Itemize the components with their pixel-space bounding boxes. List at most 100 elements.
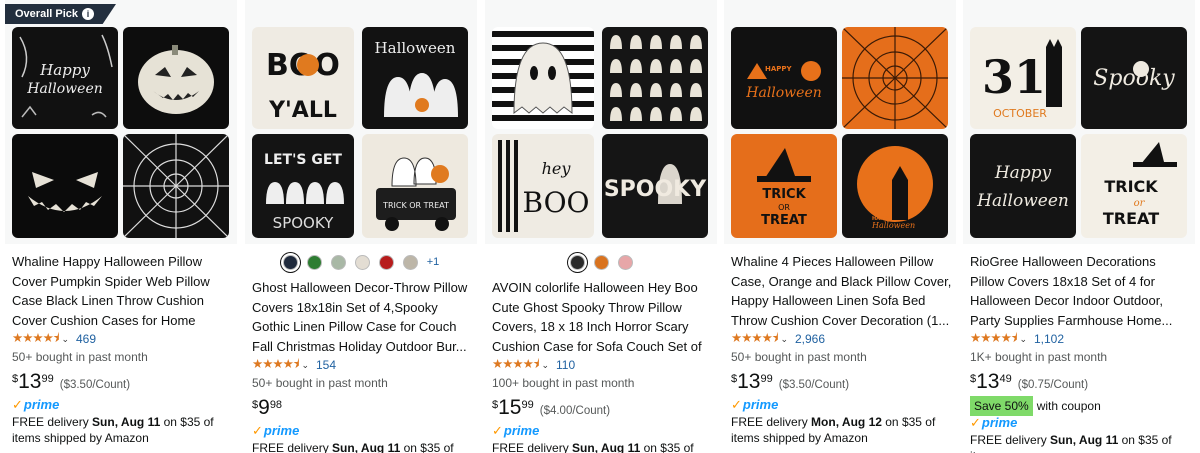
svg-text:LET'S GET: LET'S GET [264, 152, 342, 168]
rating-row[interactable]: ★★★★⯨ ⌄ 154 [252, 356, 473, 374]
price[interactable]: $13 99 ($3.50/Count) [731, 370, 952, 396]
rating-count[interactable]: 469 [76, 332, 96, 346]
product-title[interactable]: Whaline 4 Pieces Halloween Pillow Case, … [731, 252, 952, 330]
svg-text:TREAT: TREAT [761, 213, 807, 228]
svg-text:or: or [1134, 198, 1146, 209]
product-title[interactable]: RioGree Halloween Decorations Pillow Cov… [970, 252, 1191, 330]
more-swatches-link[interactable]: +1 [427, 256, 440, 268]
spider-web-pillow [123, 134, 229, 238]
swatch-orange[interactable] [593, 254, 609, 270]
color-swatches: +1 [245, 252, 477, 272]
info-icon[interactable]: i [82, 8, 94, 21]
results-grid: Overall Pick i Happy Halloween Whaline H… [0, 0, 1200, 453]
swatch-pink[interactable] [617, 254, 633, 270]
star-rating-icon[interactable]: ★★★★⯨ [970, 329, 1017, 350]
rating-count[interactable]: 1,102 [1034, 332, 1064, 346]
swatch-black[interactable] [569, 254, 585, 270]
product-card[interactable]: HAPPY Halloween TRICK OR TREAT HAPPY Hal… [724, 0, 956, 453]
svg-text:OCTOBER: OCTOBER [993, 107, 1047, 120]
chevron-down-icon[interactable]: ⌄ [780, 334, 788, 345]
product-title[interactable]: AVOIN colorlife Halloween Hey Boo Cute G… [492, 278, 713, 356]
prime-badge: ✓prime [12, 397, 60, 412]
unit-price: ($3.50/Count) [59, 379, 131, 391]
swatch-beige[interactable] [402, 254, 418, 270]
31-october-pillow: 31 OCTOBER [970, 27, 1076, 129]
unit-price: ($0.75/Count) [1017, 379, 1089, 391]
rating-row[interactable]: ★★★★⯨ ⌄ 469 [12, 330, 233, 348]
product-card[interactable]: 31 OCTOBER Spooky Happy Halloween TRICK … [963, 0, 1195, 453]
swatch-navy[interactable] [282, 254, 298, 270]
price[interactable]: $15 99 ($4.00/Count) [492, 396, 713, 422]
product-info: Whaline Happy Halloween Pillow Cover Pum… [12, 252, 233, 446]
chevron-down-icon[interactable]: ⌄ [1019, 334, 1027, 345]
product-card[interactable]: BOO Y'ALL Halloween LET'S GET SPOOKY [245, 0, 477, 453]
svg-text:SPOOKY: SPOOKY [604, 177, 707, 202]
rating-count[interactable]: 110 [556, 358, 575, 372]
svg-text:Happy: Happy [39, 61, 90, 79]
price[interactable]: $9 98 [252, 396, 473, 422]
trick-or-treat-hat-pillow: TRICK OR TREAT [731, 134, 837, 238]
svg-text:Halloween: Halloween [976, 191, 1069, 211]
svg-text:HAPPY: HAPPY [765, 65, 793, 73]
svg-text:TREAT: TREAT [1103, 209, 1159, 228]
delivery-info: FREE delivery Sun, Aug 11 on $35 of item… [970, 433, 1172, 453]
chevron-down-icon[interactable]: ⌄ [61, 334, 69, 345]
rating-row[interactable]: ★★★★⯨ ⌄ 2,966 [731, 330, 952, 348]
coupon-row: Save 50% with coupon [970, 396, 1191, 416]
delivery-info: FREE delivery Mon, Aug 12 on $35 of item… [731, 415, 936, 445]
rating-row[interactable]: ★★★★⯨ ⌄ 1,102 [970, 330, 1191, 348]
hey-boo-pillow: hey BOO [492, 134, 594, 238]
svg-text:Halloween: Halloween [26, 81, 103, 97]
product-image[interactable]: BOO Y'ALL Halloween LET'S GET SPOOKY [245, 0, 477, 244]
swatch-red[interactable] [378, 254, 394, 270]
prime-badge: ✓prime [252, 423, 300, 438]
happy-halloween-pillow: Happy Halloween [12, 27, 118, 129]
price[interactable]: $13 99 ($3.50/Count) [12, 370, 233, 396]
product-title[interactable]: Ghost Halloween Decor-Throw Pillow Cover… [252, 278, 473, 356]
product-image[interactable]: 31 OCTOBER Spooky Happy Halloween TRICK … [963, 0, 1195, 244]
product-card[interactable]: hey BOO SPOOKY AVOIN colorlife Halloween… [485, 0, 717, 453]
chevron-down-icon[interactable]: ⌄ [301, 360, 309, 371]
svg-text:TRICK: TRICK [762, 187, 806, 202]
chevron-down-icon[interactable]: ⌄ [541, 360, 549, 371]
bought-count: 1K+ bought in past month [970, 350, 1108, 364]
product-card[interactable]: Overall Pick i Happy Halloween Whaline H… [5, 0, 237, 453]
unit-price: ($3.50/Count) [778, 379, 850, 391]
delivery-info: FREE delivery Sun, Aug 11 on $35 of item… [252, 441, 454, 453]
spooky-pillow: SPOOKY [602, 134, 708, 238]
ghost-pattern-pillow [602, 27, 708, 129]
prime-badge: ✓prime [731, 397, 779, 412]
rating-count[interactable]: 2,966 [795, 332, 825, 346]
svg-text:TRICK OR TREAT: TRICK OR TREAT [382, 201, 449, 210]
spooky-skull-pillow: Spooky [1081, 27, 1187, 129]
prime-check-icon: ✓ [970, 415, 981, 430]
prime-check-icon: ✓ [731, 397, 742, 412]
product-image[interactable]: Overall Pick i Happy Halloween [5, 0, 237, 244]
star-rating-icon[interactable]: ★★★★⯨ [252, 355, 299, 376]
star-rating-icon[interactable]: ★★★★⯨ [731, 329, 778, 350]
product-title[interactable]: Whaline Happy Halloween Pillow Cover Pum… [12, 252, 233, 330]
product-image[interactable]: hey BOO SPOOKY [485, 0, 717, 244]
unit-price: ($4.00/Count) [539, 405, 611, 417]
prime-badge: ✓prime [970, 415, 1018, 430]
halloween-ghosts-pillow: Halloween [362, 27, 468, 129]
product-info: RioGree Halloween Decorations Pillow Cov… [970, 252, 1191, 453]
price[interactable]: $13 49 ($0.75/Count) [970, 370, 1191, 396]
star-rating-icon[interactable]: ★★★★⯨ [12, 329, 59, 350]
bought-count: 50+ bought in past month [252, 376, 388, 390]
rating-row[interactable]: ★★★★⯨ ⌄ 110 [492, 356, 713, 374]
prime-check-icon: ✓ [252, 423, 263, 438]
svg-text:OR: OR [778, 203, 790, 212]
swatch-cream[interactable] [354, 254, 370, 270]
product-image[interactable]: HAPPY Halloween TRICK OR TREAT HAPPY Hal… [724, 0, 956, 244]
rating-count[interactable]: 154 [316, 358, 336, 372]
prime-badge: ✓prime [492, 423, 540, 438]
happy-halloween-script-pillow: Happy Halloween [970, 134, 1076, 238]
product-info: Whaline 4 Pieces Halloween Pillow Case, … [731, 252, 952, 446]
svg-text:BOO: BOO [522, 186, 589, 219]
trick-or-treat-truck-pillow: TRICK OR TREAT [362, 134, 468, 238]
swatch-sage[interactable] [330, 254, 346, 270]
swatch-green[interactable] [306, 254, 322, 270]
svg-text:SPOOKY: SPOOKY [273, 214, 334, 232]
star-rating-icon[interactable]: ★★★★⯨ [492, 355, 539, 376]
